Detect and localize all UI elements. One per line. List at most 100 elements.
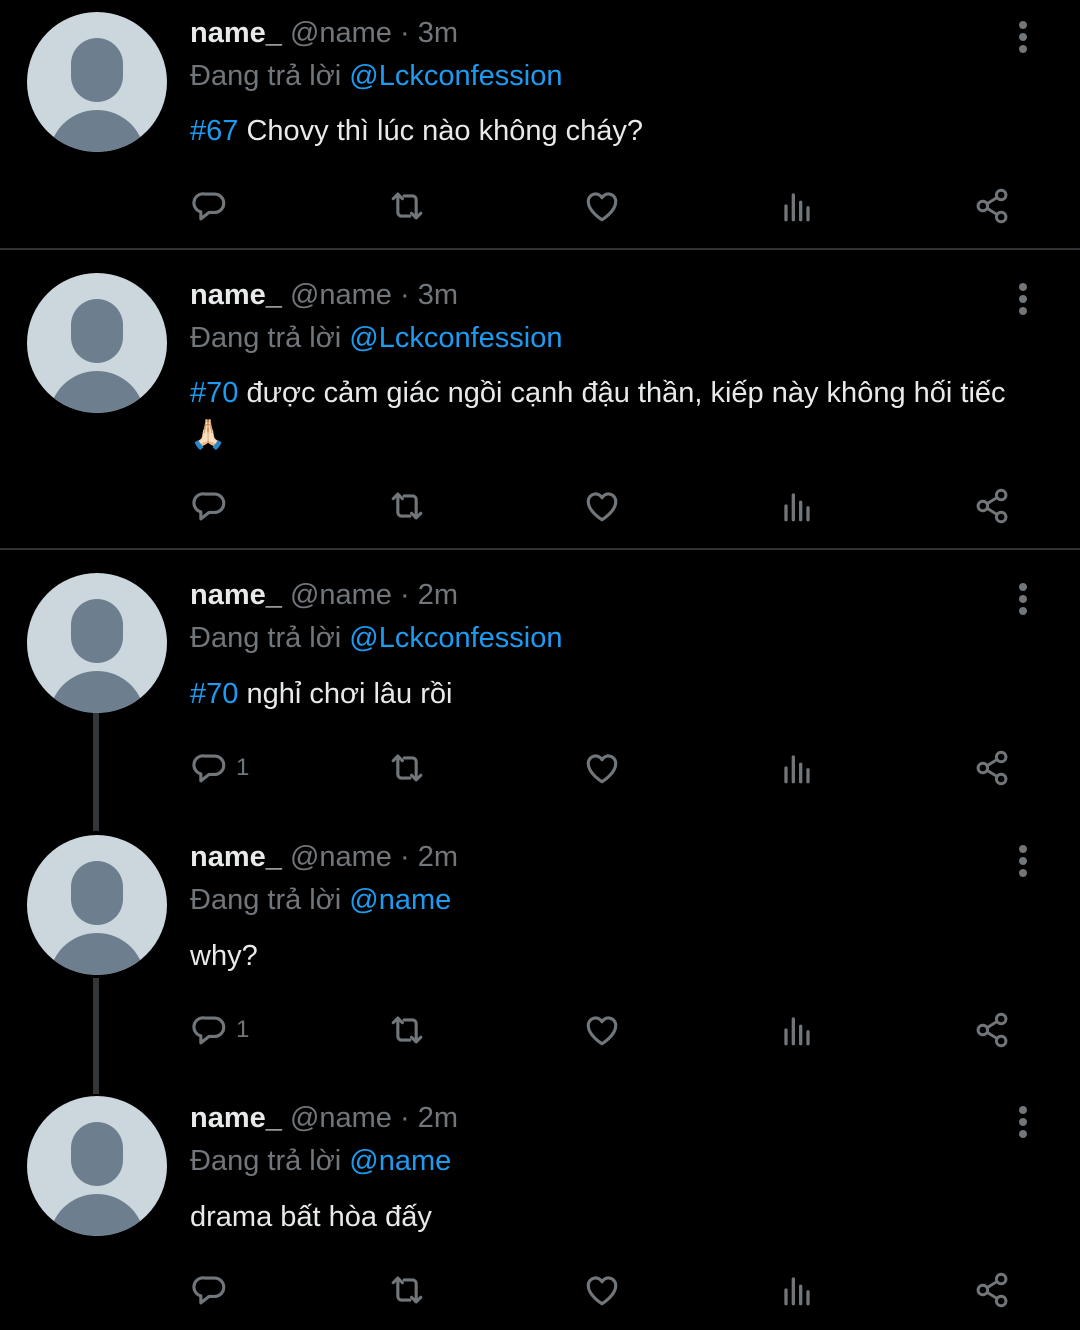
avatar-head-shape [71, 861, 123, 925]
hashtag-link[interactable]: #67 [190, 115, 238, 147]
reply-icon [188, 1268, 232, 1312]
avatar-placeholder[interactable] [27, 573, 167, 713]
more-icon[interactable] [1008, 281, 1038, 321]
reply-icon [188, 746, 232, 790]
pray-emoji: 🙏🏻 [190, 419, 227, 451]
like-button[interactable] [580, 746, 624, 790]
more-icon[interactable] [1008, 1104, 1038, 1144]
display-name[interactable]: name_ [190, 841, 282, 873]
tweet-body-text: nghỉ chơi lâu rồi [238, 678, 453, 710]
views-button[interactable] [775, 484, 819, 528]
retweet-icon [385, 1008, 429, 1052]
thread-connector-line [93, 978, 99, 1094]
user-handle[interactable]: @name [290, 841, 392, 873]
retweet-icon [385, 484, 429, 528]
mention-link[interactable]: @name [349, 884, 451, 916]
meta-separator: · [400, 841, 410, 873]
meta-separator: · [400, 279, 410, 311]
share-button[interactable] [970, 1268, 1014, 1312]
reply-icon [188, 484, 232, 528]
like-button[interactable] [580, 184, 624, 228]
mention-link[interactable]: @name [349, 1145, 451, 1177]
reply-button[interactable]: 1 [188, 746, 249, 790]
replying-prefix: Đang trả lời [190, 1145, 342, 1177]
user-handle[interactable]: @name [290, 579, 392, 611]
tweet-body-text: được cảm giác ngồi cạnh đậu thần, kiếp n… [238, 377, 1006, 409]
timestamp[interactable]: 2m [418, 841, 458, 873]
meta-separator: · [400, 579, 410, 611]
tweet-feed: name_ @name · 3m Đang trả lời @Lckconfess… [0, 0, 1080, 1330]
share-button[interactable] [970, 184, 1014, 228]
retweet-icon [385, 184, 429, 228]
user-handle[interactable]: @name [290, 1102, 392, 1134]
reply-button[interactable] [188, 484, 232, 528]
retweet-button[interactable] [385, 1268, 429, 1312]
share-icon [970, 184, 1014, 228]
avatar-head-shape [71, 599, 123, 663]
timestamp[interactable]: 2m [418, 579, 458, 611]
views-icon [775, 484, 819, 528]
replying-to: Đang trả lời @Lckconfession [190, 622, 562, 655]
more-icon[interactable] [1008, 19, 1038, 59]
share-icon [970, 1008, 1014, 1052]
views-icon [775, 184, 819, 228]
like-button[interactable] [580, 1008, 624, 1052]
timestamp[interactable]: 3m [418, 279, 458, 311]
share-icon [970, 1268, 1014, 1312]
avatar-placeholder[interactable] [27, 12, 167, 152]
views-button[interactable] [775, 184, 819, 228]
hashtag-link[interactable]: #70 [190, 377, 238, 409]
tweet-header: name_ @name · 2m [190, 579, 458, 612]
share-icon [970, 484, 1014, 528]
tweet-header: name_ @name · 2m [190, 1102, 458, 1135]
display-name[interactable]: name_ [190, 17, 282, 49]
replying-prefix: Đang trả lời [190, 622, 342, 654]
timestamp[interactable]: 2m [418, 1102, 458, 1134]
display-name[interactable]: name_ [190, 1102, 282, 1134]
thread-connector-line [93, 713, 99, 831]
like-icon [580, 746, 624, 790]
reply-button[interactable] [188, 184, 232, 228]
share-button[interactable] [970, 1008, 1014, 1052]
tweet-text: drama bất hòa đấy [190, 1198, 1040, 1236]
avatar-body-shape [49, 371, 145, 413]
avatar-placeholder[interactable] [27, 273, 167, 413]
like-button[interactable] [580, 484, 624, 528]
display-name[interactable]: name_ [190, 579, 282, 611]
tweet-divider [0, 248, 1080, 250]
like-button[interactable] [580, 1268, 624, 1312]
more-icon[interactable] [1008, 843, 1038, 883]
mention-link[interactable]: @Lckconfession [349, 60, 562, 92]
share-icon [970, 746, 1014, 790]
like-icon [580, 184, 624, 228]
more-icon[interactable] [1008, 581, 1038, 621]
views-button[interactable] [775, 1268, 819, 1312]
reply-button[interactable] [188, 1268, 232, 1312]
replying-prefix: Đang trả lời [190, 884, 342, 916]
timestamp[interactable]: 3m [418, 17, 458, 49]
avatar-head-shape [71, 1122, 123, 1186]
reply-button[interactable]: 1 [188, 1008, 249, 1052]
tweet-header: name_ @name · 3m [190, 279, 458, 312]
user-handle[interactable]: @name [290, 17, 392, 49]
tweet-body-text: why? [190, 940, 258, 972]
tweet-text: #70 nghỉ chơi lâu rồi [190, 675, 1040, 713]
mention-link[interactable]: @Lckconfession [349, 622, 562, 654]
retweet-button[interactable] [385, 1008, 429, 1052]
share-button[interactable] [970, 484, 1014, 528]
retweet-button[interactable] [385, 746, 429, 790]
retweet-button[interactable] [385, 484, 429, 528]
user-handle[interactable]: @name [290, 279, 392, 311]
retweet-icon [385, 746, 429, 790]
hashtag-link[interactable]: #70 [190, 678, 238, 710]
views-button[interactable] [775, 1008, 819, 1052]
tweet-text: #67 Chovy thì lúc nào không cháy? [190, 112, 1040, 150]
mention-link[interactable]: @Lckconfession [349, 322, 562, 354]
avatar-placeholder[interactable] [27, 835, 167, 975]
avatar-placeholder[interactable] [27, 1096, 167, 1236]
avatar-body-shape [49, 671, 145, 713]
retweet-button[interactable] [385, 184, 429, 228]
display-name[interactable]: name_ [190, 279, 282, 311]
views-button[interactable] [775, 746, 819, 790]
share-button[interactable] [970, 746, 1014, 790]
